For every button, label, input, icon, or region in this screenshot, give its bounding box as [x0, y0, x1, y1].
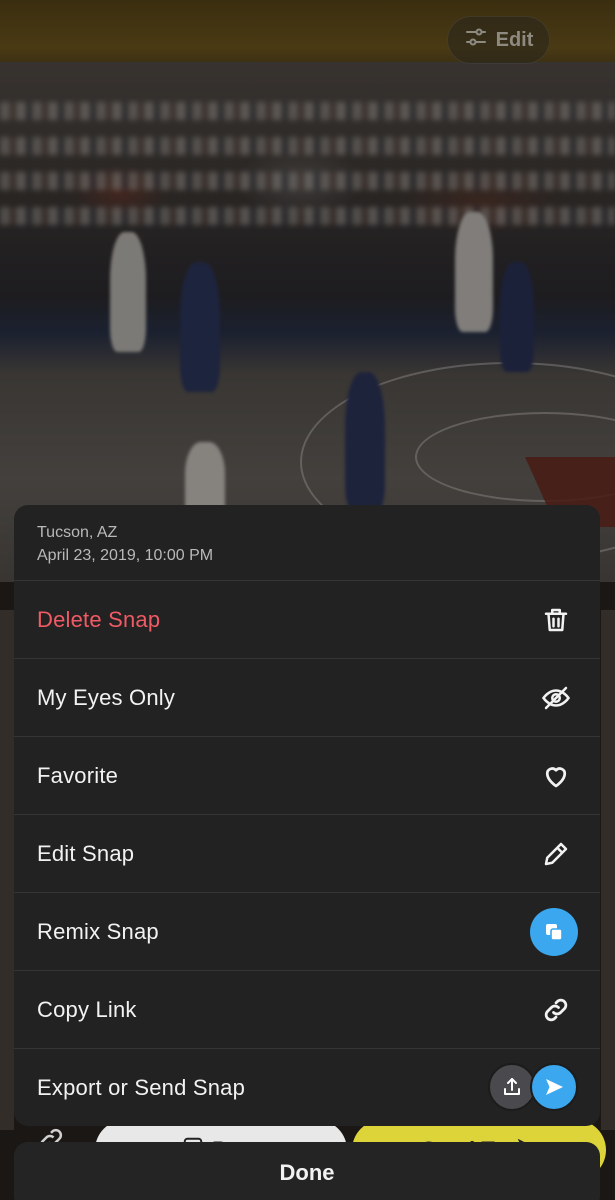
edit-label: Edit	[495, 28, 534, 51]
link-icon	[540, 994, 572, 1026]
crowd-row	[0, 207, 615, 225]
favorite-label: Favorite	[37, 762, 119, 788]
send-arrow-icon	[530, 1062, 578, 1111]
upload-icon	[488, 1062, 536, 1111]
export-or-send-snap-label: Export or Send Snap	[37, 1074, 246, 1100]
trash-icon	[540, 604, 572, 636]
crowd-row	[0, 102, 615, 120]
player-figure	[500, 262, 534, 372]
snap-edge-right	[601, 610, 615, 1130]
copy-link-label: Copy Link	[37, 996, 137, 1022]
remix-snap-button[interactable]: Remix Snap	[14, 893, 600, 971]
export-or-send-snap-button[interactable]: Export or Send Snap	[14, 1049, 600, 1126]
snap-action-sheet: Tucson, AZ April 23, 2019, 10:00 PM Dele…	[14, 505, 600, 1126]
snap-timestamp: April 23, 2019, 10:00 PM	[37, 547, 214, 564]
crowd-row	[0, 172, 615, 190]
export-send-icon	[488, 1062, 580, 1113]
pencil-icon	[540, 838, 572, 870]
my-eyes-only-label: My Eyes Only	[37, 684, 176, 710]
done-button[interactable]: Done	[14, 1142, 600, 1200]
snap-edge-left	[0, 610, 14, 1130]
delete-snap-label: Delete Snap	[37, 606, 161, 632]
player-figure	[455, 212, 493, 332]
sliders-icon	[464, 25, 488, 55]
snap-info-header: Tucson, AZ April 23, 2019, 10:00 PM	[14, 505, 600, 581]
crowd-row	[0, 137, 615, 155]
eye-slash-icon	[540, 682, 572, 714]
player-figure	[345, 372, 385, 512]
player-figure	[180, 262, 220, 392]
player-figure	[110, 232, 146, 352]
my-eyes-only-button[interactable]: My Eyes Only	[14, 659, 600, 737]
edit-button[interactable]: Edit	[447, 16, 550, 64]
remix-icon	[530, 907, 578, 956]
remix-snap-label: Remix Snap	[37, 918, 159, 944]
snap-location: Tucson, AZ	[37, 524, 118, 541]
snap-photo	[0, 62, 615, 582]
favorite-button[interactable]: Favorite	[14, 737, 600, 815]
edit-snap-button[interactable]: Edit Snap	[14, 815, 600, 893]
copy-link-button[interactable]: Copy Link	[14, 971, 600, 1049]
edit-snap-label: Edit Snap	[37, 840, 135, 866]
heart-icon	[540, 760, 572, 792]
delete-snap-button[interactable]: Delete Snap	[14, 581, 600, 659]
